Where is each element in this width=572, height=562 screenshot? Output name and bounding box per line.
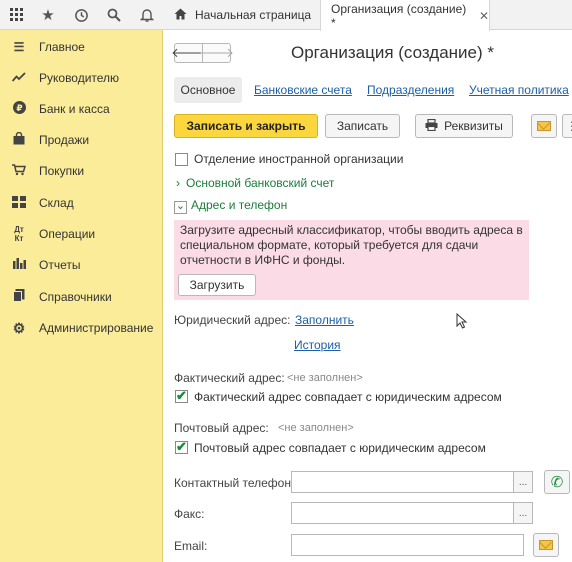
save-button[interactable]: Записать bbox=[325, 114, 400, 138]
form-area: 🡐 🡒 Организация (создание) * Основное Ба… bbox=[164, 31, 572, 562]
address-group-label: Адрес и телефон bbox=[191, 198, 288, 212]
close-icon[interactable]: ✕ bbox=[479, 9, 489, 23]
foreign-branch-label: Отделение иностранной организации bbox=[194, 152, 404, 166]
svg-text:₽: ₽ bbox=[16, 104, 22, 114]
phone-input[interactable]: ... bbox=[291, 471, 533, 493]
phone-label: Контактный телефон: bbox=[174, 476, 295, 490]
actual-address-label: Фактический адрес: bbox=[174, 371, 285, 385]
sidebar-item-label: Банк и касса bbox=[39, 102, 110, 116]
notifications-bell-icon[interactable] bbox=[130, 0, 164, 30]
postal-same-as-legal-label: Почтовый адрес совпадает с юридическим а… bbox=[194, 441, 486, 455]
sidebar: ☰ Главное Руководителю ₽ Банк и касса Пр… bbox=[0, 30, 163, 562]
legal-address-label: Юридический адрес: bbox=[174, 313, 291, 327]
actual-same-as-legal-checkbox[interactable] bbox=[175, 388, 188, 404]
tab-current-label: Организация (создание) * bbox=[331, 1, 467, 30]
address-classifier-notice: Загрузите адресный классификатор, чтобы … bbox=[174, 220, 529, 300]
tab-home-label: Начальная страница bbox=[195, 8, 312, 22]
top-bar: ★ Начальная страница Организация (создан… bbox=[0, 0, 572, 31]
requisites-button[interactable]: Реквизиты bbox=[415, 114, 513, 138]
email-label: Email: bbox=[174, 539, 208, 553]
sidebar-item-main[interactable]: ☰ Главное bbox=[0, 34, 163, 60]
search-icon[interactable] bbox=[97, 0, 131, 30]
ruble-icon: ₽ bbox=[9, 101, 29, 117]
mouse-cursor-icon bbox=[456, 312, 468, 334]
postal-address-value[interactable]: <не заполнен> bbox=[278, 422, 354, 434]
address-group-toggle[interactable]: ⌄ Адрес и телефон bbox=[174, 198, 287, 214]
fax-select-button[interactable]: ... bbox=[513, 502, 533, 524]
sidebar-item-warehouse[interactable]: Склад bbox=[0, 190, 163, 216]
tab-divisions[interactable]: Подразделения bbox=[367, 77, 454, 103]
sidebar-item-reports[interactable]: Отчеты bbox=[0, 252, 163, 278]
sidebar-item-label: Главное bbox=[39, 40, 85, 54]
forward-button[interactable]: 🡒 bbox=[199, 43, 234, 63]
phone-select-button[interactable]: ... bbox=[513, 471, 533, 493]
sidebar-item-bank[interactable]: ₽ Банк и касса bbox=[0, 96, 163, 122]
fax-label: Факс: bbox=[174, 507, 205, 521]
sidebar-item-operations[interactable]: Дт Кт Операции bbox=[0, 221, 163, 247]
printer-icon bbox=[425, 118, 438, 134]
sidebar-item-label: Продажи bbox=[39, 133, 90, 147]
more-actions-button[interactable]: ⋮ bbox=[562, 114, 572, 138]
foreign-branch-checkbox[interactable] bbox=[175, 153, 188, 166]
bank-account-group-toggle[interactable]: › Основной банковский счет bbox=[176, 176, 334, 190]
history-icon[interactable] bbox=[64, 0, 98, 30]
tab-bank-accounts[interactable]: Банковские счета bbox=[254, 77, 352, 103]
bar-chart-icon bbox=[9, 258, 29, 272]
gear-icon: ⚙ bbox=[12, 319, 26, 336]
postal-address-label: Почтовый адрес: bbox=[174, 421, 269, 435]
postal-same-as-legal-checkbox[interactable] bbox=[175, 439, 188, 455]
sidebar-item-label: Отчеты bbox=[39, 258, 81, 272]
email-input[interactable] bbox=[291, 534, 524, 556]
sidebar-item-label: Справочники bbox=[39, 290, 112, 304]
apps-grid-icon[interactable] bbox=[0, 0, 34, 30]
chevron-down-icon: ⌄ bbox=[174, 200, 187, 214]
favorites-star-icon[interactable]: ★ bbox=[31, 0, 65, 30]
sidebar-item-label: Операции bbox=[39, 227, 96, 241]
send-email-button[interactable] bbox=[531, 114, 557, 138]
envelope-icon bbox=[539, 540, 553, 550]
menu-icon: ☰ bbox=[13, 40, 25, 54]
page-title: Организация (создание) * bbox=[291, 43, 495, 62]
call-button[interactable]: ✆ bbox=[544, 470, 570, 494]
tab-home[interactable]: Начальная страница bbox=[164, 0, 320, 30]
sidebar-item-sales[interactable]: Продажи bbox=[0, 127, 163, 153]
actual-same-as-legal-label: Фактический адрес совпадает с юридически… bbox=[194, 390, 502, 404]
warehouse-icon bbox=[9, 195, 29, 211]
load-classifier-button[interactable]: Загрузить bbox=[178, 274, 256, 296]
send-email-field-button[interactable] bbox=[533, 533, 559, 557]
requisites-label: Реквизиты bbox=[444, 119, 503, 133]
tab-accounting-policy[interactable]: Учетная политика bbox=[469, 77, 569, 103]
chart-line-icon bbox=[9, 71, 29, 85]
tab-organization-create[interactable]: Организация (создание) * ✕ bbox=[320, 0, 490, 31]
books-icon bbox=[9, 289, 29, 305]
sidebar-item-manager[interactable]: Руководителю bbox=[0, 65, 163, 91]
sidebar-item-label: Администрирование bbox=[39, 321, 154, 335]
chevron-right-icon: › bbox=[176, 176, 180, 190]
sidebar-item-purchases[interactable]: Покупки bbox=[0, 158, 163, 184]
bank-account-group-label: Основной банковский счет bbox=[186, 176, 335, 190]
sidebar-item-label: Покупки bbox=[39, 164, 85, 178]
cart-icon bbox=[9, 163, 29, 179]
sidebar-item-references[interactable]: Справочники bbox=[0, 284, 163, 310]
sidebar-item-label: Склад bbox=[39, 196, 74, 210]
shopping-bag-icon bbox=[9, 131, 29, 148]
actual-address-value[interactable]: <не заполнен> bbox=[287, 372, 363, 384]
arrow-right-icon: 🡒 bbox=[199, 45, 234, 60]
envelope-icon bbox=[537, 121, 551, 131]
legal-address-history-link[interactable]: История bbox=[294, 338, 341, 352]
tab-main[interactable]: Основное bbox=[174, 77, 242, 103]
operations-icon: Дт Кт bbox=[14, 225, 24, 243]
notice-text: Загрузите адресный классификатор, чтобы … bbox=[180, 223, 523, 267]
sidebar-item-label: Руководителю bbox=[39, 71, 120, 85]
fax-input[interactable]: ... bbox=[291, 502, 533, 524]
save-and-close-button[interactable]: Записать и закрыть bbox=[174, 114, 318, 138]
phone-icon: ✆ bbox=[550, 474, 564, 491]
sidebar-item-administration[interactable]: ⚙ Администрирование bbox=[0, 315, 163, 341]
fill-legal-address-link[interactable]: Заполнить bbox=[295, 313, 354, 327]
home-icon bbox=[174, 8, 187, 23]
